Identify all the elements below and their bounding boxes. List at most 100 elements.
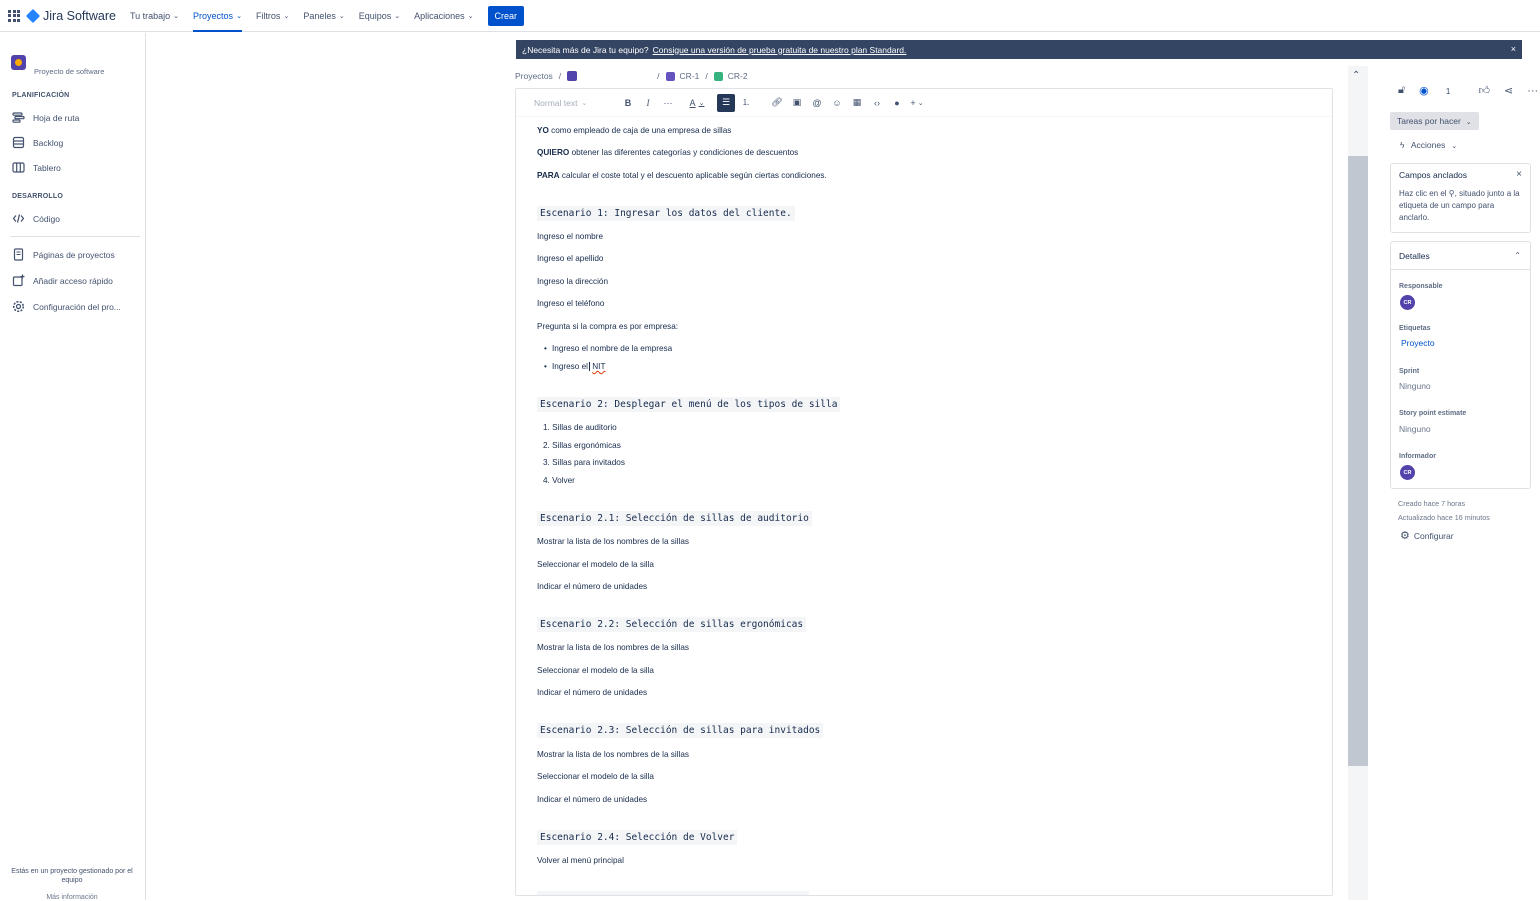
scroll-up-icon[interactable]: ⌃	[1352, 70, 1360, 81]
nav-label: Paneles	[303, 10, 336, 21]
nav-teams[interactable]: Equipos ⌄	[359, 0, 400, 32]
sidebar-divider	[10, 236, 140, 237]
configure-button[interactable]: ⚙ Configurar	[1400, 529, 1454, 542]
sidebar-item-add-shortcut[interactable]: Añadir acceso rápido	[12, 274, 113, 287]
share-icon[interactable]: ⋖	[1504, 84, 1513, 97]
sidebar-item-label: Hoja de ruta	[33, 112, 80, 123]
reporter-label: Informador	[1399, 453, 1436, 460]
jira-logo[interactable]: Jira Software	[25, 8, 116, 23]
list-item: Ingreso el NIT	[544, 362, 605, 371]
watch-button[interactable]: ◉ 1	[1419, 84, 1464, 97]
issue-actions-bar: 🔓︎ ◉ 1 👍︎ ⋖ ···	[1398, 84, 1540, 97]
scenario-heading: Escenario 2.1: Selección de sillas de au…	[537, 511, 812, 526]
story-quiero: QUIERO obtener las diferentes categorías…	[537, 148, 798, 157]
sidebar-item-settings[interactable]: Configuración del pro...	[12, 300, 121, 313]
text-style-dropdown[interactable]: Normal text ⌄	[534, 94, 596, 112]
info-panel-button[interactable]: ●	[888, 94, 906, 112]
sidebar-item-label: Backlog	[33, 137, 64, 148]
scrollbar-thumb[interactable]	[1348, 156, 1368, 766]
chevron-down-icon: ⌄	[173, 12, 180, 20]
actions-label: Acciones	[1410, 140, 1446, 150]
nav-projects[interactable]: Proyectos ⌄	[193, 0, 242, 32]
app-switcher-icon[interactable]	[8, 9, 20, 22]
numbered-list-button[interactable]: ⒈	[737, 94, 755, 112]
like-icon[interactable]: 👍︎	[1478, 84, 1490, 97]
misspelled-word[interactable]: NIT	[592, 362, 605, 371]
status-dropdown[interactable]: Tareas por hacer ⌄	[1390, 112, 1479, 130]
description-editor[interactable]: Normal text ⌄ B I ··· A ⌄ ☰ ⒈ 🔗︎ ▣ @ ☺ ▦ ‹…	[515, 88, 1333, 896]
image-button[interactable]: ▣	[788, 94, 806, 112]
numbered-list-icon: ⒈	[742, 98, 750, 107]
scenario-heading: Escenario 2.3: Selección de sillas para …	[537, 723, 824, 738]
create-button[interactable]: Crear	[487, 5, 525, 26]
breadcrumb-projects[interactable]: Proyectos	[515, 71, 553, 81]
chevron-down-icon: ⌄	[581, 99, 588, 107]
more-formatting-button[interactable]: ···	[659, 94, 677, 112]
nav-your-work[interactable]: Tu trabajo ⌄	[130, 0, 179, 32]
nav-apps[interactable]: Aplicaciones ⌄	[414, 0, 473, 32]
nav-label: Filtros	[255, 10, 281, 21]
breadcrumb-issue[interactable]: CR-2	[728, 71, 748, 81]
nav-label: Proyectos	[193, 10, 234, 21]
breadcrumb-separator: /	[705, 71, 708, 81]
status-label: Tareas por hacer	[1397, 116, 1461, 126]
lock-icon[interactable]: 🔓︎	[1398, 84, 1405, 97]
project-avatar-icon[interactable]	[567, 71, 578, 81]
vertical-scrollbar[interactable]: ⌃	[1348, 66, 1368, 900]
created-timestamp: Creado hace 7 horas	[1398, 499, 1466, 508]
sprint-value[interactable]: Ninguno	[1399, 381, 1431, 391]
code-icon: ‹›	[874, 97, 880, 108]
assignee-avatar[interactable]: CR	[1400, 295, 1415, 310]
link-button[interactable]: 🔗︎	[768, 94, 786, 112]
more-icon[interactable]: ···	[1527, 85, 1538, 97]
text-cursor	[588, 362, 590, 371]
link-icon: 🔗︎	[771, 97, 783, 107]
scenario-line: Mostrar la lista de los nombres de la si…	[537, 537, 689, 546]
nav-filters[interactable]: Filtros ⌄	[256, 0, 289, 32]
sidebar-item-roadmap[interactable]: Hoja de ruta	[12, 111, 79, 124]
insert-more-button[interactable]: + ⌄	[908, 94, 926, 112]
nav-dashboards[interactable]: Paneles ⌄	[303, 0, 344, 32]
story-yo: YO como empleado de caja de una empresa …	[537, 126, 731, 135]
story-points-value[interactable]: Ninguno	[1399, 424, 1431, 434]
scenario-line: Seleccionar el modelo de la silla	[537, 666, 654, 675]
gear-icon	[12, 300, 25, 313]
code-block-button[interactable]: ‹›	[868, 94, 886, 112]
breadcrumb-epic[interactable]: CR-1	[680, 71, 700, 81]
gear-icon: ⚙	[1400, 530, 1410, 542]
sidebar-item-label: Añadir acceso rápido	[33, 275, 113, 286]
text-color-button[interactable]: A ⌄	[688, 94, 706, 112]
project-header[interactable]: Proyecto de software	[11, 55, 104, 76]
chevron-up-icon: ⌃	[1514, 251, 1521, 260]
details-panel: Detalles ⌃ Responsable CR Etiquetas Proye…	[1390, 241, 1531, 489]
pinned-fields-panel: Campos anclados × Haz clic en el ⚲, situ…	[1390, 163, 1531, 233]
sidebar-item-code[interactable]: Código	[12, 212, 60, 225]
emoji-button[interactable]: ☺	[828, 94, 846, 112]
sidebar-item-project-pages[interactable]: Páginas de proyectos	[12, 248, 115, 261]
scenario-line: Pregunta si la compra es por empresa:	[537, 322, 679, 331]
scenario-heading: Escenario 2.2: Selección de sillas ergon…	[537, 617, 807, 632]
close-icon[interactable]: ×	[1516, 169, 1522, 180]
bold-button[interactable]: B	[619, 94, 637, 112]
close-icon[interactable]: ×	[1511, 44, 1516, 54]
scenario-line: Seleccionar el modelo de la silla	[537, 772, 654, 781]
labels-value[interactable]: Proyecto	[1401, 338, 1435, 348]
story-yo-text: como empleado de caja de una empresa de …	[551, 126, 732, 135]
italic-button[interactable]: I	[639, 94, 657, 112]
sidebar-item-backlog[interactable]: Backlog	[12, 136, 63, 149]
assignee-label: Responsable	[1399, 283, 1443, 290]
details-header[interactable]: Detalles ⌃	[1391, 242, 1530, 270]
pinned-fields-title: Campos anclados	[1399, 170, 1468, 180]
list-item: Ingreso el nombre de la empresa	[544, 344, 672, 353]
mention-button[interactable]: @	[808, 94, 826, 112]
reporter-avatar[interactable]: CR	[1400, 465, 1415, 480]
eye-icon: ◉	[1419, 85, 1429, 97]
table-button[interactable]: ▦	[848, 94, 866, 112]
scenario-line: Ingreso el nombre	[537, 232, 603, 241]
banner-trial-link[interactable]: Consigue una versión de prueba gratuita …	[653, 45, 907, 55]
pinned-fields-description: Haz clic en el ⚲, situado junto a la eti…	[1399, 189, 1520, 222]
list-item: 1. Sillas de auditorio	[543, 423, 617, 432]
actions-dropdown[interactable]: ϟ Acciones ⌄	[1400, 140, 1457, 150]
bullet-list-button[interactable]: ☰	[717, 93, 735, 112]
sidebar-item-board[interactable]: Tablero	[12, 161, 61, 174]
